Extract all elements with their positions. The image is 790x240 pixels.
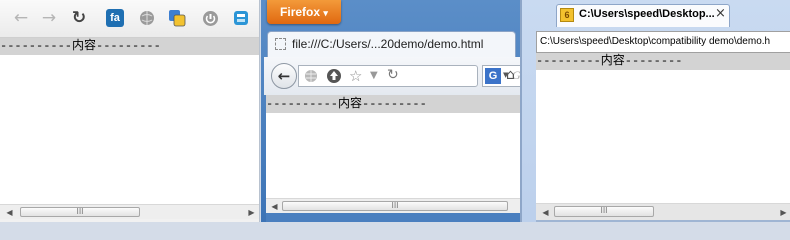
chrome-toolbar: ← → ↻ fa (0, 0, 259, 38)
firefox-menu-button[interactable]: Firefox ▾ (267, 0, 341, 24)
chrome-window: ← → ↻ fa ----------内容--------- ◀ III ▶ (0, 0, 260, 222)
tab-title: file:///C:/Users/...20demo/demo.html (292, 37, 484, 51)
home-icon[interactable]: ⌂ (506, 67, 515, 83)
translate-extension-icon[interactable] (168, 9, 186, 27)
horizontal-scrollbar[interactable]: ◀ III (266, 198, 520, 213)
address-bar[interactable]: C:\Users\speed\Desktop\compatibility dem… (536, 31, 790, 53)
scroll-thumb[interactable]: III (282, 201, 508, 211)
firefox-window: Firefox ▾ file:///C:/Users/...20demo/dem… (261, 0, 520, 222)
identity-arrow-icon[interactable] (326, 68, 342, 84)
horizontal-scrollbar[interactable]: ◀ III ▶ (0, 204, 259, 219)
reload-icon[interactable]: ↻ (387, 67, 399, 83)
scroll-left-icon[interactable]: ◀ (538, 205, 553, 219)
back-arrow-icon[interactable]: ← (12, 8, 30, 28)
firefox-navbar: ← ☆ ▼ ↻ G ▼ G ⌂ (264, 57, 520, 95)
scroll-right-icon[interactable]: ▶ (244, 205, 259, 219)
forward-arrow-icon[interactable]: → (40, 8, 58, 28)
calculator-extension-icon[interactable] (232, 9, 250, 27)
tab-title: C:\Users\speed\Desktop... (579, 8, 715, 20)
ie-window: 6 C:\Users\speed\Desktop... × C:\Users\s… (520, 0, 790, 222)
firefox-tab[interactable]: file:///C:/Users/...20demo/demo.html (267, 31, 516, 57)
tab-close-icon[interactable]: × (715, 6, 726, 21)
content-text: ---------内容-------- (536, 53, 790, 70)
scroll-left-icon[interactable]: ◀ (267, 199, 282, 213)
globe-icon (305, 70, 317, 82)
window-bottom-frame (266, 213, 520, 222)
fontawesome-extension-icon[interactable]: fa (106, 9, 124, 27)
dropdown-arrow-icon[interactable]: ▼ (370, 70, 378, 81)
scroll-thumb[interactable]: III (20, 207, 140, 217)
horizontal-scrollbar[interactable]: ◀ III ▶ (536, 203, 790, 220)
power-extension-icon[interactable] (201, 9, 219, 27)
ie-viewport: ---------内容-------- (536, 53, 790, 203)
scroll-right-icon[interactable]: ▶ (776, 205, 790, 219)
content-text: ----------内容--------- (0, 38, 259, 55)
google-engine-icon[interactable]: G (485, 68, 501, 84)
compat-badge-icon: 6 (560, 8, 574, 22)
globe-extension-icon[interactable] (138, 9, 156, 27)
chrome-viewport: ----------内容--------- (0, 38, 259, 204)
ie-tab[interactable]: 6 C:\Users\speed\Desktop... × (556, 4, 730, 27)
menu-arrow-icon: ▾ (323, 8, 328, 18)
back-button[interactable]: ← (271, 63, 297, 89)
url-bar[interactable]: ☆ ▼ ↻ (298, 65, 478, 87)
firefox-viewport: ----------内容--------- (266, 95, 520, 198)
reload-icon[interactable]: ↻ (70, 8, 88, 28)
window-bottom-frame (536, 220, 790, 222)
content-text: ----------内容--------- (266, 95, 520, 113)
page-icon (275, 38, 286, 50)
scroll-left-icon[interactable]: ◀ (2, 205, 17, 219)
scroll-thumb[interactable]: III (554, 206, 654, 217)
bookmark-star-icon[interactable]: ☆ (349, 67, 362, 85)
